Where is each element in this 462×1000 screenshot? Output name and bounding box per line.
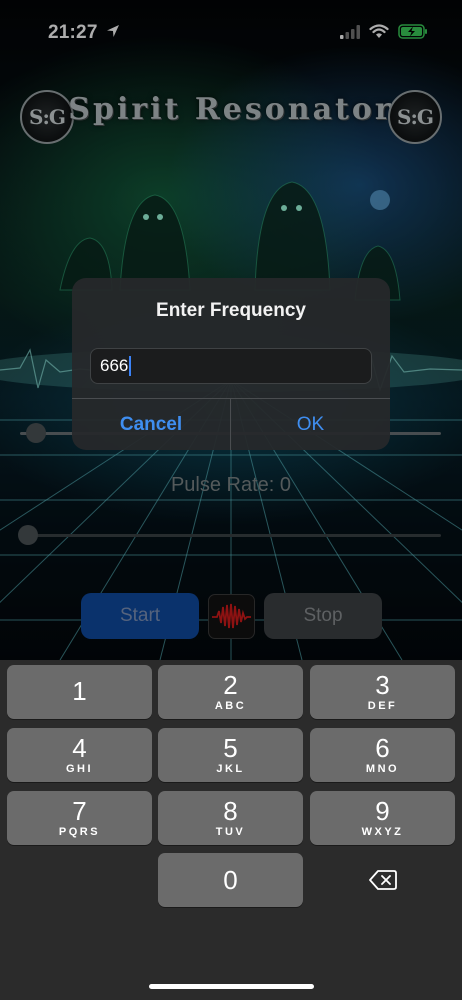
home-indicator <box>149 984 314 989</box>
key-3[interactable]: 3 DEF <box>310 665 455 719</box>
key-1[interactable]: 1 <box>7 665 152 719</box>
key-digit: 5 <box>223 733 238 763</box>
frequency-input-value: 666 <box>100 356 129 375</box>
key-letters: PQRS <box>58 826 101 838</box>
key-0[interactable]: 0 <box>158 853 303 907</box>
key-digit: 9 <box>375 796 390 826</box>
key-digit: 3 <box>375 670 390 700</box>
key-7[interactable]: 7 PQRS <box>7 791 152 845</box>
key-digit: 2 <box>223 670 238 700</box>
key-digit: 6 <box>375 733 390 763</box>
key-digit: 8 <box>223 796 238 826</box>
backspace-icon <box>368 870 397 890</box>
key-8[interactable]: 8 TUV <box>158 791 303 845</box>
text-caret <box>129 356 132 376</box>
key-letters: GHI <box>65 763 94 775</box>
key-2[interactable]: 2 ABC <box>158 665 303 719</box>
ok-button[interactable]: OK <box>231 399 390 450</box>
enter-frequency-dialog: Enter Frequency 666 Cancel OK <box>72 278 390 450</box>
key-digit: 1 <box>72 676 87 706</box>
key-letters: MNO <box>365 763 400 775</box>
dialog-title: Enter Frequency <box>156 300 306 321</box>
frequency-input[interactable]: 666 <box>90 348 372 384</box>
key-5[interactable]: 5 JKL <box>158 728 303 782</box>
delete-key[interactable] <box>310 853 455 907</box>
key-digit: 7 <box>72 796 87 826</box>
key-letters: WXYZ <box>361 826 404 838</box>
key-9[interactable]: 9 WXYZ <box>310 791 455 845</box>
key-letters: ABC <box>214 700 247 712</box>
cancel-button[interactable]: Cancel <box>72 399 230 450</box>
key-digit: 4 <box>72 733 87 763</box>
key-4[interactable]: 4 GHI <box>7 728 152 782</box>
key-letters: JKL <box>216 763 245 775</box>
key-letters: TUV <box>215 826 246 838</box>
key-letters: DEF <box>367 700 398 712</box>
key-6[interactable]: 6 MNO <box>310 728 455 782</box>
key-digit: 0 <box>223 865 238 895</box>
